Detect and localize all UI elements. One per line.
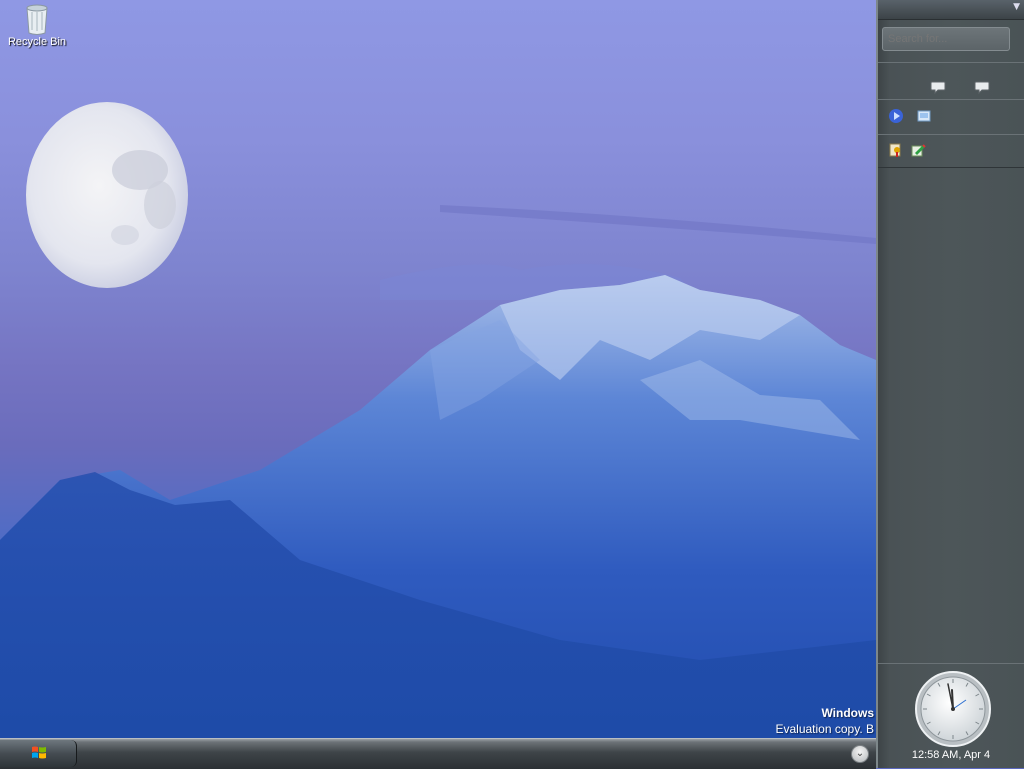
desktop[interactable]: Recycle Bin Windows Evaluation copy. B (0, 0, 876, 768)
search-input[interactable] (882, 27, 1010, 51)
media-player-icon[interactable] (888, 108, 904, 124)
recycle-bin-label: Recycle Bin (7, 36, 67, 48)
evaluation-watermark: Windows Evaluation copy. B (775, 706, 874, 736)
watermark-title: Windows (821, 706, 874, 720)
chevron-down-icon[interactable]: ⌄ (851, 745, 869, 763)
watermark-subtitle: Evaluation copy. B (775, 722, 874, 736)
quick-launch-row (878, 99, 1024, 135)
gadget-row (878, 62, 1024, 100)
speech-bubble-icon[interactable] (930, 80, 946, 96)
speech-bubble-icon[interactable] (974, 80, 990, 96)
analog-clock (914, 670, 992, 748)
recycle-bin-icon (22, 2, 52, 36)
quick-launch-row (878, 134, 1024, 168)
recycle-bin-desktop-icon[interactable]: Recycle Bin (4, 2, 70, 48)
show-desktop-icon[interactable] (916, 108, 932, 124)
keys-icon[interactable] (888, 142, 904, 158)
start-button[interactable] (0, 740, 77, 767)
clock-time-label: 12:58 AM, Apr 4 (911, 749, 991, 761)
clock-gadget[interactable]: 12:58 AM, Apr 4 (878, 663, 1024, 769)
windows-logo-icon (31, 745, 47, 761)
taskbar[interactable]: ⌄ (0, 738, 876, 769)
pencil-document-icon[interactable] (910, 142, 926, 158)
sidebar-header: ▼ (878, 0, 1024, 20)
dropdown-arrow-icon[interactable]: ▼ (1013, 2, 1020, 12)
wallpaper (0, 102, 876, 768)
sidebar[interactable]: ▼ Search for... 12:58 AM, Apr 4 (876, 0, 1024, 768)
